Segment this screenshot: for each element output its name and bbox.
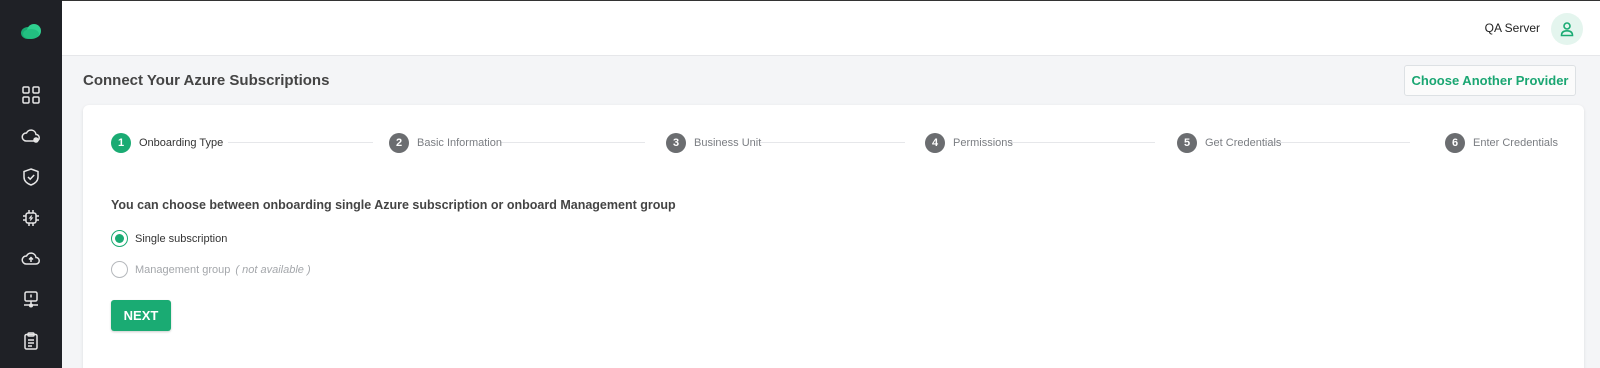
cloud-alert-icon xyxy=(21,129,40,143)
radio-management-group[interactable]: Management group ( not available ) xyxy=(111,261,311,278)
step-number: 4 xyxy=(925,133,945,153)
onboarding-card xyxy=(83,105,1584,368)
step-get-credentials[interactable]: 5 Get Credentials xyxy=(1177,133,1281,153)
sidebar-item-security[interactable] xyxy=(0,160,62,194)
sidebar-item-dashboard[interactable] xyxy=(0,78,62,112)
step-basic-information[interactable]: 2 Basic Information xyxy=(389,133,502,153)
stepper-connector xyxy=(500,142,645,143)
step-label: Onboarding Type xyxy=(139,137,224,149)
top-bar: QA Server xyxy=(62,0,1600,56)
step-number: 5 xyxy=(1177,133,1197,153)
step-number: 3 xyxy=(666,133,686,153)
step-number: 1 xyxy=(111,133,131,153)
step-number: 2 xyxy=(389,133,409,153)
sidebar-item-resources[interactable] xyxy=(0,201,62,235)
chip-icon xyxy=(23,210,39,226)
cloud-logo-icon[interactable] xyxy=(0,14,62,48)
user-icon xyxy=(1560,22,1574,37)
page-title: Connect Your Azure Subscriptions xyxy=(83,72,330,89)
stepper-connector xyxy=(1265,142,1410,143)
step-permissions[interactable]: 4 Permissions xyxy=(925,133,1013,153)
step-label: Permissions xyxy=(953,137,1013,149)
step-label: Business Unit xyxy=(694,137,762,149)
sidebar-item-monitoring[interactable] xyxy=(0,283,62,317)
cloud-upload-icon xyxy=(21,252,40,265)
sidebar-item-cloud-alerts[interactable] xyxy=(0,119,62,153)
monitor-network-icon xyxy=(24,291,38,308)
onboarding-question: You can choose between onboarding single… xyxy=(111,198,676,212)
user-avatar[interactable] xyxy=(1551,13,1583,45)
step-number: 6 xyxy=(1445,133,1465,153)
step-onboarding-type[interactable]: 1 Onboarding Type xyxy=(111,133,223,153)
stepper-connector xyxy=(1010,142,1155,143)
step-label: Basic Information xyxy=(417,137,502,149)
radio-button-disabled[interactable] xyxy=(111,261,128,278)
clipboard-icon xyxy=(24,332,38,350)
radio-label: Management group xyxy=(135,263,231,276)
sidebar xyxy=(0,0,62,368)
stepper-connector xyxy=(228,142,373,143)
sidebar-item-reports[interactable] xyxy=(0,324,62,358)
step-label: Get Credentials xyxy=(1205,137,1282,149)
step-label: Enter Credentials xyxy=(1473,137,1558,149)
not-available-note: ( not available ) xyxy=(235,263,311,276)
stepper-connector xyxy=(760,142,905,143)
step-enter-credentials[interactable]: 6 Enter Credentials xyxy=(1445,133,1558,153)
next-button[interactable]: NEXT xyxy=(111,300,171,331)
dashboard-grid-icon xyxy=(22,86,40,104)
radio-button-selected[interactable] xyxy=(111,230,128,247)
shield-check-icon xyxy=(23,168,39,186)
step-business-unit[interactable]: 3 Business Unit xyxy=(666,133,761,153)
radio-label: Single subscription xyxy=(135,232,228,245)
choose-another-provider-button[interactable]: Choose Another Provider xyxy=(1404,65,1576,96)
sidebar-item-cloud-upload[interactable] xyxy=(0,242,62,276)
radio-single-subscription[interactable]: Single subscription xyxy=(111,230,227,247)
server-name: QA Server xyxy=(1484,21,1540,35)
